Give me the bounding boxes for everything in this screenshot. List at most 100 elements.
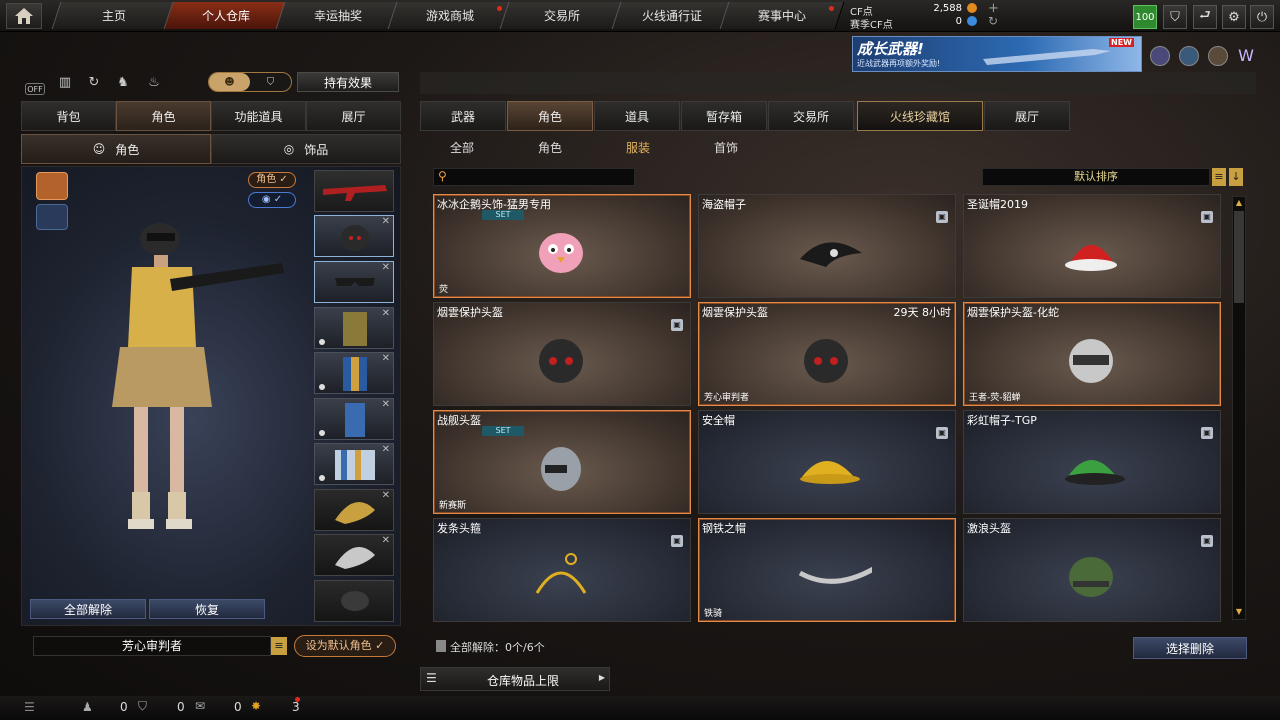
remove-icon[interactable]: ✕ — [382, 399, 390, 410]
gift-icon[interactable]: ✸ — [251, 699, 261, 713]
subtab-character[interactable]: ☺ 角色 — [21, 134, 211, 164]
badge-icon[interactable] — [1150, 46, 1170, 66]
item-card-penguin-headwear[interactable]: 冰冰企鹅头饰-猛男专用 SET 荧 — [433, 194, 691, 298]
remove-icon[interactable]: ✕ — [382, 262, 390, 273]
weapon-badge-icon[interactable] — [1208, 46, 1228, 66]
tab-items[interactable]: 道具 — [594, 101, 680, 131]
lock-icon[interactable]: ▣ — [936, 427, 948, 439]
slot-empty[interactable] — [314, 580, 394, 622]
slot-glasses[interactable]: ✕ — [314, 261, 394, 303]
menu-icon[interactable]: ☰ — [24, 700, 35, 714]
subtab-accessory[interactable]: ◎ 饰品 — [211, 134, 401, 164]
lock-icon[interactable]: ▣ — [671, 535, 683, 547]
remove-icon[interactable]: ✕ — [382, 490, 390, 501]
scroll-down-icon[interactable]: ▼ — [1234, 607, 1244, 617]
tab-storage[interactable]: 暂存箱 — [681, 101, 767, 131]
remove-icon[interactable]: ✕ — [382, 308, 390, 319]
restore-button[interactable]: 恢复 — [149, 599, 265, 619]
nav-tab-exchange[interactable]: 交易所 — [499, 2, 625, 29]
shield-button[interactable]: ⛉ — [1163, 5, 1187, 29]
slot-weapon[interactable] — [314, 170, 394, 212]
emblem-icon[interactable] — [1179, 46, 1199, 66]
character-name-field[interactable]: 芳心审判者 — [33, 636, 271, 656]
slot-backpack[interactable]: ✕ — [314, 398, 394, 440]
hold-effect-button[interactable]: 持有效果 — [297, 72, 399, 92]
item-card-battleship-helmet[interactable]: 战舰头盔 SET 新赛斯 — [433, 410, 691, 514]
remove-icon[interactable]: ✕ — [382, 444, 390, 455]
wing-icon[interactable]: W — [1236, 46, 1256, 66]
stats-icon[interactable]: ▥ — [56, 73, 74, 91]
sort-dropdown[interactable]: 默认排序 — [982, 168, 1210, 186]
sort-list-icon[interactable]: ≡ — [1212, 168, 1226, 186]
clan-icon[interactable]: ⛉ — [138, 699, 147, 714]
unequip-all-button[interactable]: 全部解除 — [30, 599, 146, 619]
warehouse-limit-button[interactable]: ☰ 仓库物品上限 ▶ — [420, 667, 610, 691]
item-card-smoke-helmet[interactable]: 烟雲保护头盔 ▣ — [433, 302, 691, 406]
remove-icon[interactable]: ✕ — [382, 353, 390, 364]
slot-pet-silver[interactable]: ✕ — [314, 534, 394, 576]
lock-icon[interactable]: ▣ — [1201, 211, 1213, 223]
nav-tab-events[interactable]: 赛事中心 — [719, 2, 845, 29]
lock-icon[interactable]: ▣ — [1201, 535, 1213, 547]
scroll-up-icon[interactable]: ▲ — [1234, 198, 1244, 208]
slot-gloves[interactable]: ✕ — [314, 443, 394, 485]
tab-character[interactable]: 角色 — [116, 101, 211, 131]
scrollbar[interactable]: ▲ ▼ — [1232, 196, 1246, 620]
tab-exchange[interactable]: 交易所 — [768, 101, 854, 131]
scroll-thumb[interactable] — [1234, 211, 1244, 303]
nav-tab-shop[interactable]: 游戏商城 — [387, 2, 513, 29]
nav-tab-lottery[interactable]: 幸运抽奖 — [275, 2, 401, 29]
rotate-icon[interactable]: ↻ — [85, 73, 103, 91]
subtab-character[interactable]: 角色 — [515, 139, 585, 155]
item-card-smoke-helmet[interactable]: 烟雲保护头盔 29天 8小时 芳心审判者 — [698, 302, 956, 406]
lock-icon[interactable]: ▣ — [671, 319, 683, 331]
refresh-icon[interactable]: ↻ — [988, 14, 998, 28]
vehicle-mode-icon[interactable] — [36, 204, 68, 230]
item-card-pirate-hat[interactable]: 海盗帽子 ▣ — [698, 194, 956, 298]
eye-badge[interactable]: ◉ ✓ — [248, 192, 296, 208]
role-badge[interactable]: 角色 ✓ — [248, 172, 296, 188]
power-button[interactable]: ⏻ — [1250, 5, 1274, 29]
list-icon[interactable]: ≡ — [271, 637, 287, 655]
lock-icon[interactable]: ▣ — [1201, 427, 1213, 439]
select-delete-button[interactable]: 选择删除 — [1133, 637, 1247, 659]
shield-view-icon[interactable]: ⛉ — [250, 73, 291, 91]
remove-icon[interactable]: ✕ — [382, 216, 390, 227]
tab-character[interactable]: 角色 — [507, 101, 593, 131]
remove-icon[interactable]: ✕ — [382, 535, 390, 546]
slot-pet-gold[interactable]: ✕ — [314, 489, 394, 531]
item-card-safety-helmet[interactable]: 安全帽 ▣ — [698, 410, 956, 514]
tab-function-items[interactable]: 功能道具 — [211, 101, 306, 131]
tab-showroom[interactable]: 展厅 — [306, 101, 401, 131]
item-card-surge-helmet[interactable]: 激浪头盔 ▣ — [963, 518, 1221, 622]
settings-button[interactable]: ⚙ — [1222, 5, 1246, 29]
tab-backpack[interactable]: 背包 — [21, 101, 116, 131]
off-toggle-icon[interactable]: OFF — [25, 83, 45, 95]
lock-icon[interactable]: ▣ — [936, 211, 948, 223]
friends-icon[interactable]: ♟ — [82, 700, 93, 714]
nav-tab-warehouse[interactable]: 个人仓库 — [163, 2, 289, 29]
item-card-wind-up-headband[interactable]: 发条头箍 ▣ — [433, 518, 691, 622]
character-view-icon[interactable]: ☻ — [209, 73, 250, 91]
pose-icon[interactable]: ♞ — [114, 73, 132, 91]
subtab-all[interactable]: 全部 — [427, 139, 497, 155]
tab-showroom[interactable]: 展厅 — [984, 101, 1070, 131]
return-button[interactable]: ⮐ — [1193, 5, 1217, 29]
item-card-rainbow-cap-tgp[interactable]: 彩虹帽子-TGP ▣ — [963, 410, 1221, 514]
set-default-character-button[interactable]: 设为默认角色 ✓ — [294, 635, 396, 657]
tab-weapons[interactable]: 武器 — [420, 101, 506, 131]
chat-icon[interactable]: ✉ — [195, 699, 205, 713]
pet-icon[interactable]: ♨ — [145, 73, 163, 91]
role-mode-icon[interactable] — [36, 172, 68, 200]
slot-helmet[interactable]: ✕ — [314, 215, 394, 257]
sort-down-icon[interactable]: ↓ — [1229, 168, 1243, 186]
item-card-smoke-helmet-snake[interactable]: 烟雲保护头盔-化蛇 王者-荧-貂蝉 — [963, 302, 1221, 406]
subtab-jewelry[interactable]: 首饰 — [691, 139, 761, 155]
view-toggle[interactable]: ☻ ⛉ — [208, 72, 292, 92]
home-button[interactable] — [6, 3, 42, 29]
search-input[interactable]: ⚲ — [433, 168, 635, 186]
nav-tab-home[interactable]: 主页 — [51, 2, 177, 29]
nav-tab-pass[interactable]: 火线通行证 — [611, 2, 733, 29]
item-card-christmas-hat-2019[interactable]: 圣诞帽2019 ▣ — [963, 194, 1221, 298]
item-card-steel-hat[interactable]: 钢铁之帽 铁骑 — [698, 518, 956, 622]
